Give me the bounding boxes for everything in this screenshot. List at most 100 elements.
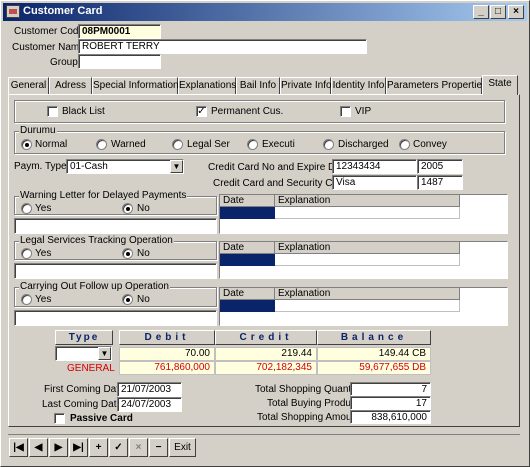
first-coming-date-field[interactable]: 21/07/2003: [117, 382, 182, 397]
navigator-divider: [8, 434, 520, 435]
permanent-cus-checkbox[interactable]: ✓: [196, 106, 207, 117]
cc-security-label: Credit Card and Security Code: [213, 178, 350, 189]
durumu-legal-ser-label: Legal Ser: [187, 139, 230, 150]
customer-card-window: Customer Card _ □ × Customer Code 08PM00…: [0, 0, 530, 467]
durumu-executi-radio[interactable]: [247, 139, 258, 150]
passive-card-checkbox[interactable]: [54, 413, 65, 424]
warning-no-radio[interactable]: [122, 203, 133, 214]
durumu-normal-label: Normal: [35, 139, 68, 150]
durumu-convey-radio[interactable]: [399, 139, 410, 150]
customer-name-label: Customer Name: [12, 42, 85, 53]
legal-grid-date-header[interactable]: Date: [220, 242, 275, 254]
cc-security-field[interactable]: 1487: [417, 175, 463, 190]
follow-up-grid[interactable]: Date Explanation: [219, 287, 508, 326]
tab-identity-info[interactable]: Identity Info: [331, 77, 386, 94]
tab-strip: General Adress Special Informations Expl…: [8, 75, 520, 95]
follow-up-grid-explanation-header[interactable]: Explanation: [275, 288, 460, 300]
follow-up-grid-cell[interactable]: [275, 300, 460, 312]
title-bar[interactable]: Customer Card _ □ ×: [3, 3, 527, 21]
cc-type-field[interactable]: Visa: [332, 175, 417, 190]
legal-grid-explanation-header[interactable]: Explanation: [275, 242, 460, 254]
tab-private-info[interactable]: Private Info: [280, 77, 332, 94]
customer-code-field[interactable]: 08PM0001: [78, 24, 161, 39]
total-shopping-quantity-label: Total Shopping Quantity: [255, 384, 362, 395]
tab-parameters-properties[interactable]: Parameters Properties: [386, 77, 487, 94]
follow-up-yes-radio[interactable]: [21, 294, 32, 305]
credit-column-header: Credit: [215, 330, 317, 345]
legal-grid-selected-cell[interactable]: [220, 254, 275, 266]
row2-balance: 59,677,655 DB: [317, 361, 431, 375]
first-record-button[interactable]: |◀: [9, 438, 28, 457]
warning-grid[interactable]: Date Explanation: [219, 194, 508, 234]
legal-no-label: No: [137, 248, 150, 259]
legal-yes-radio[interactable]: [21, 248, 32, 259]
durumu-legal-ser-radio[interactable]: [172, 139, 183, 150]
tab-adress[interactable]: Adress: [49, 77, 92, 94]
last-coming-date-field[interactable]: 24/07/2003: [117, 397, 182, 412]
legal-note-field[interactable]: [14, 263, 217, 279]
maximize-button[interactable]: □: [490, 5, 506, 19]
insert-record-button[interactable]: +: [89, 438, 108, 457]
prior-record-button[interactable]: ◀: [29, 438, 48, 457]
close-button[interactable]: ×: [508, 5, 524, 19]
warning-grid-date-header[interactable]: Date: [220, 195, 275, 207]
durumu-executi-label: Executi: [262, 139, 295, 150]
group-label: Group: [50, 57, 78, 68]
app-icon: [6, 5, 20, 18]
payment-type-label: Paym. Type: [14, 161, 67, 172]
debit-column-header: Debit: [119, 330, 215, 345]
delete-record-button[interactable]: −: [149, 438, 168, 457]
minimize-button[interactable]: _: [473, 5, 489, 19]
black-list-checkbox[interactable]: [47, 106, 58, 117]
warning-yes-radio[interactable]: [21, 203, 32, 214]
total-shopping-amount-label: Total Shopping Amount: [257, 412, 360, 423]
vip-checkbox[interactable]: [340, 106, 351, 117]
last-record-button[interactable]: ▶|: [69, 438, 88, 457]
warning-letter-title: Warning Letter for Delayed Payments: [19, 190, 188, 201]
customer-code-label: Customer Code: [14, 26, 85, 37]
legal-grid[interactable]: Date Explanation: [219, 241, 508, 279]
durumu-convey-label: Convey: [413, 139, 447, 150]
tab-state[interactable]: State: [482, 75, 518, 95]
post-record-button[interactable]: ✓: [109, 438, 128, 457]
vip-label: VIP: [355, 106, 372, 117]
group-field[interactable]: [78, 54, 161, 69]
balance-column-header: Balance: [317, 330, 431, 345]
cc-no-label: Credit Card No and Expire Date: [208, 162, 350, 173]
cancel-record-button[interactable]: ×: [129, 438, 148, 457]
warning-note-field[interactable]: [14, 218, 217, 234]
passive-card-label: Passive Card: [70, 413, 133, 424]
cc-no-field[interactable]: 12343434: [332, 159, 417, 174]
warning-grid-cell[interactable]: [275, 207, 460, 219]
warning-grid-explanation-header[interactable]: Explanation: [275, 195, 460, 207]
last-coming-date-label: Last Coming Date: [42, 399, 123, 410]
next-record-button[interactable]: ▶: [49, 438, 68, 457]
total-shopping-quantity-field: 7: [350, 382, 431, 396]
total-buying-product-label: Total Buying Product: [267, 398, 359, 409]
legal-grid-cell[interactable]: [275, 254, 460, 266]
chevron-down-icon[interactable]: ▼: [170, 160, 183, 173]
customer-name-field[interactable]: ROBERT TERRY: [78, 39, 367, 54]
warning-no-label: No: [137, 203, 150, 214]
follow-up-note-field[interactable]: [14, 310, 217, 326]
tab-special-informations[interactable]: Special Informations: [92, 77, 184, 94]
follow-up-grid-selected-cell[interactable]: [220, 300, 275, 312]
cc-expire-field[interactable]: 2005: [417, 159, 463, 174]
tab-general[interactable]: General: [8, 77, 49, 94]
general-label: GENERAL: [67, 363, 115, 374]
type-chevron-down-icon[interactable]: ▼: [98, 347, 111, 360]
durumu-normal-radio[interactable]: [21, 139, 32, 150]
follow-up-no-radio[interactable]: [122, 294, 133, 305]
tab-explanations[interactable]: Explanations: [178, 77, 236, 94]
payment-type-select[interactable]: 01-Cash: [66, 159, 184, 174]
row2-debit: 761,860,000: [119, 361, 215, 375]
legal-no-radio[interactable]: [122, 248, 133, 259]
tab-bail-info[interactable]: Bail Info: [236, 77, 280, 94]
warning-grid-selected-cell[interactable]: [220, 207, 275, 219]
exit-button[interactable]: Exit: [169, 438, 196, 457]
follow-up-grid-date-header[interactable]: Date: [220, 288, 275, 300]
durumu-discharged-radio[interactable]: [323, 139, 334, 150]
total-buying-product-field: 17: [350, 396, 431, 410]
durumu-warned-radio[interactable]: [96, 139, 107, 150]
legal-services-title: Legal Services Tracking Operation: [19, 235, 174, 246]
